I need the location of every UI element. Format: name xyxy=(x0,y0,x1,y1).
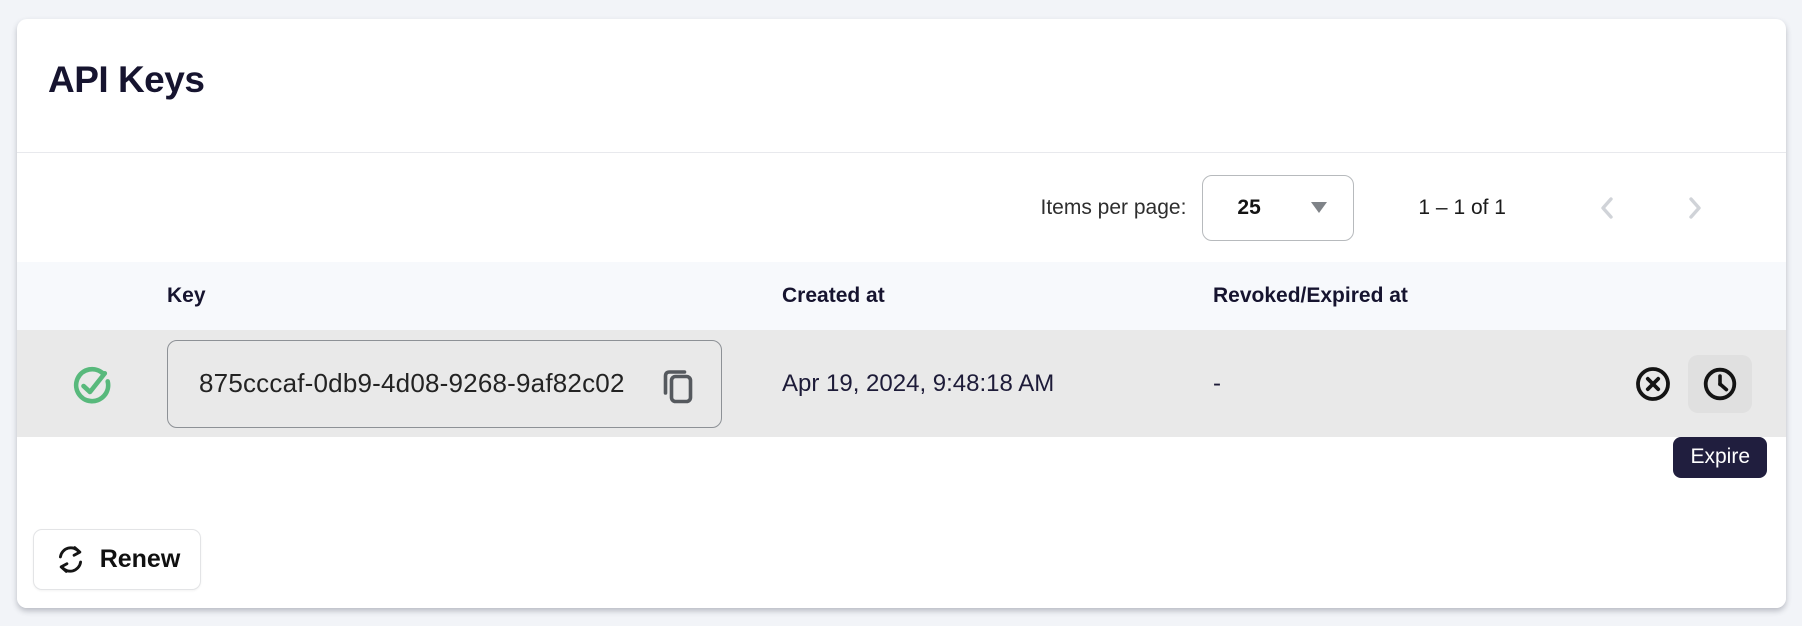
copy-icon xyxy=(655,362,699,406)
table-row: 875cccaf-0db9-4d08-9268-9af82c02 Apr 19,… xyxy=(17,330,1786,437)
check-circle-icon xyxy=(70,362,114,406)
header-cell-created-at: Created at xyxy=(782,284,1213,308)
renew-button-label: Renew xyxy=(100,545,181,574)
row-actions xyxy=(1556,355,1786,413)
dropdown-caret-icon xyxy=(1311,202,1327,213)
card-footer: Renew xyxy=(17,437,1786,608)
table-header-row: Key Created at Revoked/Expired at xyxy=(17,262,1786,330)
revoked-expired-at-cell: - xyxy=(1213,370,1556,398)
copy-button[interactable] xyxy=(655,362,699,406)
page-range-label: 1 – 1 of 1 xyxy=(1418,196,1506,220)
refresh-icon xyxy=(54,543,87,576)
api-keys-card: API Keys Items per page: 25 1 – 1 of 1 xyxy=(17,19,1786,608)
header-cell-key: Key xyxy=(167,284,782,308)
next-page-button[interactable] xyxy=(1670,184,1718,232)
x-circle-icon xyxy=(1633,364,1673,404)
created-at-cell: Apr 19, 2024, 9:48:18 AM xyxy=(782,370,1213,398)
page-title: API Keys xyxy=(48,59,1786,101)
api-key-value: 875cccaf-0db9-4d08-9268-9af82c02 xyxy=(199,368,625,399)
card-title-block: API Keys xyxy=(17,19,1786,152)
page-size-value: 25 xyxy=(1237,196,1260,220)
page-size-select[interactable]: 25 xyxy=(1202,175,1354,241)
revoke-button[interactable] xyxy=(1631,362,1675,406)
clock-icon xyxy=(1700,364,1740,404)
expire-button[interactable] xyxy=(1688,355,1752,413)
chevron-right-icon xyxy=(1678,192,1710,224)
previous-page-button[interactable] xyxy=(1584,184,1632,232)
status-cell xyxy=(17,362,167,406)
header-cell-revoked-expired-at: Revoked/Expired at xyxy=(1213,284,1556,308)
key-cell: 875cccaf-0db9-4d08-9268-9af82c02 xyxy=(167,340,782,428)
api-key-box: 875cccaf-0db9-4d08-9268-9af82c02 xyxy=(167,340,722,428)
chevron-left-icon xyxy=(1592,192,1624,224)
renew-button[interactable]: Renew xyxy=(33,529,201,590)
paginator: Items per page: 25 1 – 1 of 1 xyxy=(17,152,1786,262)
expire-tooltip: Expire xyxy=(1673,437,1767,478)
items-per-page-label: Items per page: xyxy=(1041,196,1187,220)
